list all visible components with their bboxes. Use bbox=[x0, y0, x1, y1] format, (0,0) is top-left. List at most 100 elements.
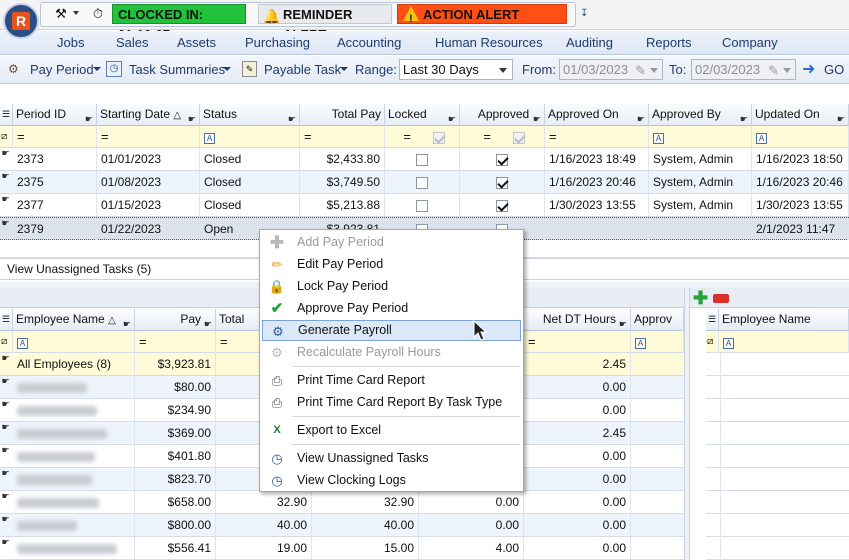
column-chooser-icon[interactable]: ☰ bbox=[0, 309, 13, 331]
pin-icon[interactable]: ☛ bbox=[619, 314, 627, 331]
add-icon[interactable]: ✚ bbox=[693, 288, 708, 308]
filter-op[interactable]: = bbox=[13, 126, 97, 148]
view-unassigned-link[interactable]: View Unassigned Tasks (5) bbox=[7, 262, 151, 276]
pay-period-menu[interactable]: Pay Period bbox=[30, 62, 94, 77]
approved-checkbox[interactable] bbox=[496, 153, 508, 166]
chevron-down-icon[interactable] bbox=[340, 67, 348, 71]
nav-auditing[interactable]: Auditing bbox=[566, 35, 613, 50]
splitter[interactable] bbox=[684, 288, 690, 560]
from-date-field[interactable]: 01/03/2023 ✎ bbox=[559, 59, 663, 80]
col-starting-date[interactable]: Starting Date △ ☛ bbox=[97, 104, 200, 126]
table-row[interactable]: ☛ $556.41 19.00 15.00 4.00 0.00 bbox=[0, 537, 684, 560]
nav-human-resources[interactable]: Human Resources bbox=[435, 35, 543, 50]
column-chooser-icon[interactable]: ☰ bbox=[706, 309, 719, 331]
filter-op[interactable]: = bbox=[524, 331, 631, 353]
pin-icon[interactable]: ☛ bbox=[637, 109, 645, 126]
menu-item-export-to-excel[interactable]: X Export to Excel bbox=[262, 420, 521, 441]
nav-sales[interactable]: Sales bbox=[116, 35, 149, 50]
cell-locked[interactable] bbox=[385, 171, 460, 193]
col-approved[interactable]: Approved ☛ bbox=[460, 104, 545, 126]
filter-op[interactable]: = bbox=[545, 126, 649, 148]
overflow-chevron-icon[interactable]: ↧ bbox=[580, 8, 588, 19]
chevron-down-icon[interactable] bbox=[223, 67, 231, 71]
filter-op[interactable]: A bbox=[631, 331, 684, 353]
pin-icon[interactable]: ☛ bbox=[837, 109, 845, 126]
column-chooser-icon[interactable]: ☰ bbox=[0, 104, 13, 126]
col-net-dt-hours[interactable]: Net DT Hours ☛ bbox=[524, 309, 631, 331]
locked-checkbox[interactable] bbox=[416, 153, 428, 166]
payable-task-menu[interactable]: Payable Task bbox=[264, 62, 341, 77]
row-handle-icon[interactable]: ☛ bbox=[0, 445, 11, 456]
nav-accounting[interactable]: Accounting bbox=[337, 35, 401, 50]
menu-item-approve-pay-period[interactable]: ✔ Approve Pay Period bbox=[262, 298, 521, 319]
cell-approved[interactable] bbox=[460, 171, 545, 193]
filter-approved[interactable]: = bbox=[460, 126, 545, 148]
pin-icon[interactable]: ☛ bbox=[204, 314, 212, 331]
menu-item-view-clocking-logs[interactable]: ◷ View Clocking Logs bbox=[262, 470, 521, 491]
row-handle-icon[interactable]: ☛ bbox=[0, 468, 11, 479]
table-row[interactable]: ☛ $658.00 32.90 32.90 0.00 0.00 bbox=[0, 491, 684, 514]
arrow-right-icon[interactable]: ➜ bbox=[802, 59, 815, 79]
row-handle-icon[interactable]: ☛ bbox=[0, 353, 11, 364]
chevron-down-icon[interactable] bbox=[73, 11, 79, 15]
row-handle-icon[interactable]: ☛ bbox=[0, 171, 11, 182]
cell-locked[interactable] bbox=[385, 148, 460, 170]
row-handle-icon[interactable]: ☛ bbox=[0, 148, 11, 159]
col-period-id[interactable]: Period ID ☛ bbox=[13, 104, 97, 126]
col-approved-by[interactable]: Approved By ☛ bbox=[649, 104, 752, 126]
filter-icon[interactable]: ⧄ bbox=[706, 331, 719, 353]
row-handle-icon[interactable]: ☛ bbox=[0, 422, 11, 433]
filter-op[interactable]: = bbox=[135, 331, 216, 353]
nav-jobs[interactable]: Jobs bbox=[57, 35, 84, 50]
row-handle-icon[interactable]: ☛ bbox=[0, 376, 11, 387]
locked-checkbox[interactable] bbox=[416, 199, 428, 212]
pin-icon[interactable]: ☛ bbox=[740, 109, 748, 126]
menu-item-print-time-card-by-task[interactable]: ⎙ Print Time Card Report By Task Type bbox=[262, 392, 521, 413]
menu-item-edit-pay-period[interactable]: ✏ Edit Pay Period bbox=[262, 254, 521, 275]
row-handle-icon[interactable]: ☛ bbox=[0, 514, 11, 525]
task-summaries-menu[interactable]: Task Summaries bbox=[129, 62, 225, 77]
pin-icon[interactable]: ☛ bbox=[533, 109, 541, 126]
drill-icon[interactable]: ⚒ bbox=[52, 5, 70, 23]
col-locked[interactable]: Locked ☛ bbox=[385, 104, 460, 126]
chevron-down-icon[interactable] bbox=[93, 67, 101, 71]
pin-icon[interactable]: ☛ bbox=[448, 109, 456, 126]
action-alert-button[interactable]: ACTION ALERT bbox=[397, 4, 567, 29]
filter-op[interactable]: = bbox=[97, 126, 200, 148]
menu-item-view-unassigned-tasks[interactable]: ◷ View Unassigned Tasks bbox=[262, 448, 521, 469]
go-button[interactable]: GO bbox=[824, 62, 844, 77]
nav-reports[interactable]: Reports bbox=[646, 35, 692, 50]
filter-op[interactable]: = bbox=[300, 126, 385, 148]
col-status[interactable]: Status ☛ bbox=[200, 104, 300, 126]
to-date-field[interactable]: 02/03/2023 ✎ bbox=[691, 59, 796, 80]
filter-op[interactable]: A bbox=[200, 126, 300, 148]
table-row[interactable]: ☛ 2373 01/01/2023 Closed $2,433.80 1/16/… bbox=[0, 148, 849, 171]
row-handle-icon[interactable]: ☛ bbox=[0, 537, 11, 548]
filter-icon[interactable]: ⧄ bbox=[0, 126, 13, 148]
table-row[interactable]: ☛ 2377 01/15/2023 Closed $5,213.88 1/30/… bbox=[0, 194, 849, 217]
col-pay[interactable]: Pay ☛ bbox=[135, 309, 216, 331]
col-employee-name[interactable]: Employee Name △ ☛ bbox=[13, 309, 135, 331]
filter-op[interactable]: A bbox=[719, 331, 849, 353]
cell-approved[interactable] bbox=[460, 148, 545, 170]
filter-locked[interactable]: = bbox=[385, 126, 460, 148]
row-handle-icon[interactable]: ☛ bbox=[0, 218, 11, 229]
menu-item-add-pay-period[interactable]: ✚ Add Pay Period bbox=[262, 232, 521, 253]
menu-item-lock-pay-period[interactable]: 🔒 Lock Pay Period bbox=[262, 276, 521, 297]
col-approved[interactable]: Approv bbox=[631, 309, 684, 331]
locked-checkbox[interactable] bbox=[416, 176, 428, 189]
col-employee-name[interactable]: Employee Name bbox=[719, 309, 849, 331]
col-updated-on[interactable]: Updated On ☛ bbox=[752, 104, 849, 126]
col-total-pay[interactable]: Total Pay bbox=[300, 104, 385, 126]
table-row[interactable]: ☛ $800.00 40.00 40.00 0.00 0.00 bbox=[0, 514, 684, 537]
filter-op[interactable]: A bbox=[13, 331, 135, 353]
range-select[interactable]: Last 30 Days bbox=[399, 59, 513, 80]
nav-purchasing[interactable]: Purchasing bbox=[245, 35, 310, 50]
filter-op[interactable]: A bbox=[752, 126, 849, 148]
nav-company[interactable]: Company bbox=[722, 35, 778, 50]
approved-checkbox[interactable] bbox=[496, 199, 508, 212]
pin-icon[interactable]: ☛ bbox=[85, 109, 93, 126]
cell-approved[interactable] bbox=[460, 194, 545, 216]
menu-item-recalculate-payroll-hours[interactable]: ⚙ Recalculate Payroll Hours bbox=[262, 342, 521, 363]
reminder-alert-button[interactable]: 🔔 REMINDER ALERT bbox=[258, 4, 392, 42]
